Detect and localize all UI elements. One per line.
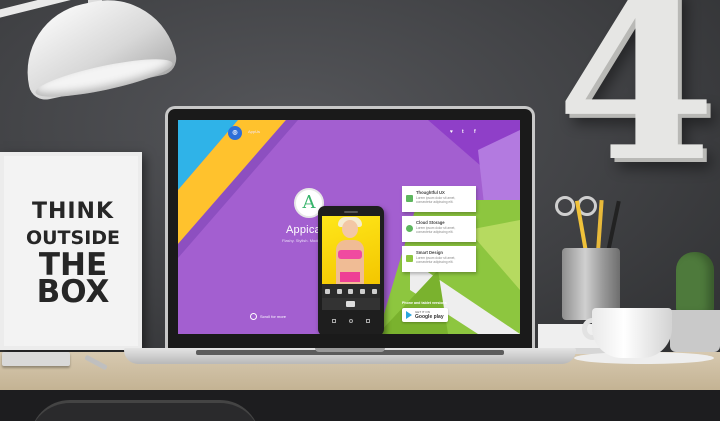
- home-icon[interactable]: [348, 319, 353, 323]
- laptop-notch: [315, 348, 385, 352]
- feature-desc: Lorem ipsum dolor sit amet, consectetur …: [416, 256, 456, 264]
- feature-card-thoughtful-ux: Thoughtful UX Lorem ipsum dolor sit amet…: [402, 186, 476, 212]
- cloud-icon: [406, 225, 413, 232]
- google-play-button[interactable]: GET IT ON Google play: [402, 308, 448, 322]
- poster-line-4: BOX: [36, 274, 110, 310]
- nav-brand-link[interactable]: AppUs: [248, 129, 260, 134]
- feature-title: Thoughtful UX: [416, 190, 445, 195]
- phone-nav-bar: [326, 316, 376, 326]
- phone-speaker: [344, 211, 358, 213]
- think-outside-the-box-poster: THINK OUTSIDE THE BOX: [0, 152, 142, 350]
- photo-top: [338, 250, 362, 259]
- back-icon[interactable]: [332, 319, 337, 323]
- photo-bottom: [340, 272, 360, 282]
- feature-card-cloud-storage: Cloud Storage Lorem ipsum dolor sit amet…: [402, 216, 476, 242]
- feature-desc: Lorem ipsum dolor sit amet, consectetur …: [416, 226, 456, 234]
- coffee-mug: [592, 308, 672, 358]
- camera-icon[interactable]: [346, 301, 355, 307]
- laptop-screen: ◎ AppUs ♥ t f A Appica Flashy. Stylish. …: [178, 120, 520, 334]
- brightness-icon[interactable]: [348, 288, 354, 294]
- filter-icon[interactable]: [336, 288, 342, 294]
- feature-desc: Lorem ipsum dolor sit amet, consectetur …: [416, 196, 456, 204]
- share-icon[interactable]: [371, 288, 377, 294]
- cactus-pot: [670, 310, 720, 352]
- photo-head: [342, 220, 358, 238]
- chair-back: [30, 400, 260, 421]
- phone-mockup: [318, 206, 384, 334]
- design-icon: [406, 255, 413, 262]
- feature-card-smart-design: Smart Design Lorem ipsum dolor sit amet,…: [402, 246, 476, 272]
- download-label: Phone and tablet versions: [402, 301, 447, 305]
- app-logo-icon[interactable]: ◎: [228, 126, 242, 140]
- phone-screen: [322, 216, 380, 310]
- recent-apps-icon[interactable]: [365, 319, 370, 323]
- camera-bar: [322, 298, 380, 310]
- ux-icon: [406, 195, 413, 202]
- social-twitter-icon[interactable]: t: [462, 129, 464, 135]
- crop-icon[interactable]: [325, 288, 331, 294]
- social-heart-icon[interactable]: ♥: [450, 129, 453, 135]
- social-facebook-icon[interactable]: f: [474, 129, 476, 135]
- wall-number-four: 4: [556, 0, 717, 213]
- feature-title: Cloud Storage: [416, 220, 445, 225]
- contrast-icon[interactable]: [360, 288, 366, 294]
- hero-title: Appica: [286, 224, 321, 236]
- photo-edit-toolbar: [322, 284, 380, 298]
- scroll-down-icon[interactable]: [250, 313, 257, 320]
- google-play-label: Google play: [415, 314, 444, 320]
- phone-on-desk: [2, 352, 70, 366]
- scroll-hint-text[interactable]: Scroll for more: [260, 314, 286, 319]
- feature-title: Smart Design: [416, 250, 443, 255]
- poster-line-1: THINK: [31, 199, 115, 224]
- google-play-icon: [406, 311, 412, 319]
- cactus: [676, 252, 714, 314]
- poster-text: THINK OUTSIDE THE BOX: [14, 198, 132, 310]
